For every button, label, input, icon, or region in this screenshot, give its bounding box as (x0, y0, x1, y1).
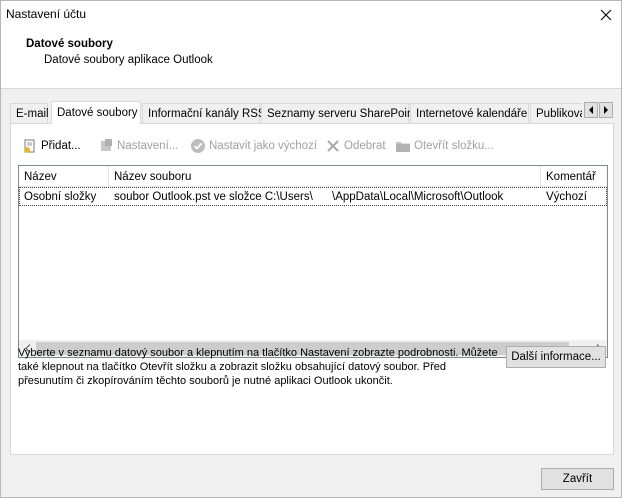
tab-sharepoint-lists[interactable]: Seznamy serveru SharePoint (261, 103, 417, 123)
remove-x-icon (325, 138, 341, 154)
tab-strip: E-mail Datové soubory Informační kanály … (10, 101, 614, 124)
more-info-button-label: Další informace... (511, 351, 601, 363)
settings-button-label: Nastavení... (117, 140, 179, 152)
remove-button-label: Odebrat (344, 140, 386, 152)
settings-button[interactable]: Nastavení... (98, 136, 178, 156)
tab-email[interactable]: E-mail (10, 103, 49, 123)
tab-label: Informační kanály RSS (148, 107, 266, 120)
caret-right-icon (604, 106, 608, 114)
tab-label: Seznamy serveru SharePoint (267, 107, 417, 120)
tab-published-calendars[interactable]: Publikovan (530, 103, 582, 123)
tab-scroll-right-button[interactable] (599, 102, 613, 118)
column-header-label: Název (24, 170, 57, 183)
open-folder-button[interactable]: Otevřít složku... (395, 136, 494, 156)
remove-button[interactable]: Odebrat (325, 136, 386, 156)
tab-rss-feeds[interactable]: Informační kanály RSS (142, 103, 266, 123)
new-file-icon (22, 138, 38, 154)
cell-filename-path: \AppData\Local\Microsoft\Outlook (332, 190, 504, 203)
checkmark-icon (190, 138, 206, 154)
more-info-button[interactable]: Další informace... (506, 346, 606, 368)
title-bar: Nastavení účtu (1, 1, 621, 28)
data-files-list[interactable]: Název Název souboru Komentář Osobní slož… (18, 165, 608, 358)
dialog-header: Datové soubory Datové soubory aplikace O… (1, 28, 621, 89)
close-window-button[interactable] (591, 1, 621, 28)
close-icon (600, 9, 612, 20)
window-title: Nastavení účtu (6, 7, 87, 21)
table-row[interactable]: Osobní složky soubor Outlook.pst ve slož… (19, 187, 607, 206)
tab-internet-calendars[interactable]: Internetové kalendáře (410, 103, 529, 123)
header-subtitle: Datové soubory aplikace Outlook (44, 54, 213, 66)
tab-data-files[interactable]: Datové soubory (51, 101, 141, 124)
toolbar: Přidat... Nastavení... Nastavit jako výc… (19, 136, 609, 156)
column-header-label: Komentář (546, 170, 596, 183)
column-header-filename[interactable]: Název souboru (109, 166, 541, 187)
tab-scroll-left-button[interactable] (584, 102, 598, 118)
description-text: Vyberte v seznamu datový soubor a klepnu… (18, 347, 498, 387)
set-default-button[interactable]: Nastavit jako výchozí (190, 136, 317, 156)
column-header-comment[interactable]: Komentář (541, 166, 607, 187)
tab-label: Publikovan (536, 107, 582, 120)
account-settings-dialog: Nastavení účtu Datové soubory Datové sou… (0, 0, 622, 498)
column-header-label: Název souboru (114, 170, 192, 183)
cell-comment: Výchozí (546, 190, 587, 203)
set-default-button-label: Nastavit jako výchozí (209, 140, 318, 152)
cell-filename: soubor Outlook.pst ve složce C:\Users\ (114, 190, 313, 203)
data-files-panel: Přidat... Nastavení... Nastavit jako výc… (10, 123, 614, 455)
close-button[interactable]: Zavřít (541, 468, 614, 490)
tab-label: Datové soubory (57, 107, 138, 119)
open-folder-button-label: Otevřít složku... (414, 140, 494, 152)
tab-clip: E-mail Datové soubory Informační kanály … (10, 101, 582, 124)
tab-label: Internetové kalendáře (416, 107, 528, 120)
add-button[interactable]: Přidat... (22, 136, 81, 156)
cell-name: Osobní složky (24, 190, 97, 203)
column-header-name[interactable]: Název (19, 166, 109, 187)
list-header: Název Název souboru Komentář (19, 166, 607, 187)
settings-file-icon (98, 138, 114, 154)
folder-icon (395, 138, 411, 154)
add-button-label: Přidat... (41, 140, 81, 152)
close-button-label: Zavřít (562, 473, 593, 485)
tab-label: E-mail (16, 107, 49, 120)
header-title: Datové soubory (26, 38, 113, 50)
caret-left-icon (589, 106, 593, 114)
